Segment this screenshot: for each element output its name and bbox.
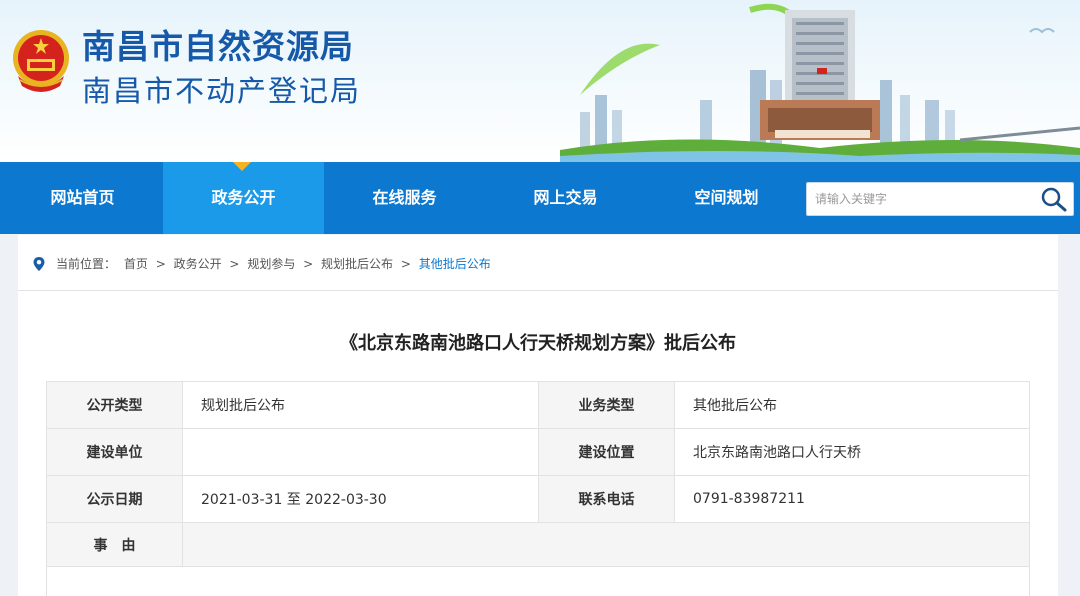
reason-header-fill <box>182 522 1030 567</box>
phone-label: 联系电话 <box>538 475 675 523</box>
breadcrumb-planning-approval[interactable]: 规划批后公布 <box>321 257 393 271</box>
breadcrumb-separator: > <box>303 257 314 271</box>
nav-item-government-affairs[interactable]: 政务公开 <box>163 162 324 234</box>
builder-label: 建设单位 <box>46 428 183 476</box>
location-value: 北京东路南池路口人行天桥 <box>674 428 1030 476</box>
nav-item-online-services[interactable]: 在线服务 <box>324 162 485 234</box>
nav-item-online-trading[interactable]: 网上交易 <box>485 162 646 234</box>
nav-item-spatial-planning[interactable]: 空间规划 <box>646 162 807 234</box>
site-subtitle: 南昌市不动产登记局 <box>82 74 362 108</box>
search-icon[interactable] <box>1039 185 1069 213</box>
breadcrumb-separator: > <box>155 257 166 271</box>
city-skyline-illustration <box>560 3 1080 162</box>
national-emblem-icon <box>13 30 69 92</box>
business-type-value: 其他批后公布 <box>674 381 1030 429</box>
nav-item-home[interactable]: 网站首页 <box>2 162 163 234</box>
content-panel: 当前位置： 首页 > 政务公开 > 规划参与 > 规划批后公布 > 其他批后公布… <box>18 235 1058 596</box>
disclosure-type-value: 规划批后公布 <box>182 381 539 429</box>
table-row: 建设单位 建设位置 北京东路南池路口人行天桥 <box>46 428 1030 476</box>
breadcrumb-separator: > <box>400 257 411 271</box>
breadcrumb-planning-participation[interactable]: 规划参与 <box>247 257 295 271</box>
date-value: 2021-03-31 至 2022-03-30 <box>182 475 539 523</box>
disclosure-type-label: 公开类型 <box>46 381 183 429</box>
table-row: 公开类型 规划批后公布 业务类型 其他批后公布 <box>46 381 1030 429</box>
date-label: 公示日期 <box>46 475 183 523</box>
phone-value: 0791-83987211 <box>674 475 1030 523</box>
search-box <box>806 182 1074 216</box>
header-banner: 南昌市自然资源局 南昌市不动产登记局 <box>0 0 1080 162</box>
business-type-label: 业务类型 <box>538 381 675 429</box>
reason-content <box>46 566 1030 596</box>
breadcrumb-home[interactable]: 首页 <box>124 257 148 271</box>
breadcrumb-current[interactable]: 其他批后公布 <box>419 257 491 271</box>
info-table: 公开类型 规划批后公布 业务类型 其他批后公布 建设单位 建设位置 北京东路南池… <box>46 381 1030 596</box>
table-row: 公示日期 2021-03-31 至 2022-03-30 联系电话 0791-8… <box>46 475 1030 523</box>
breadcrumb-prefix: 当前位置： <box>56 257 117 271</box>
article-title: 《北京东路南池路口人行天桥规划方案》批后公布 <box>340 333 736 354</box>
table-row <box>46 566 1030 596</box>
site-title: 南昌市自然资源局 <box>82 27 354 66</box>
table-row: 事 由 <box>46 522 1030 567</box>
breadcrumb: 当前位置： 首页 > 政务公开 > 规划参与 > 规划批后公布 > 其他批后公布 <box>18 235 1058 291</box>
active-nav-indicator <box>233 162 251 171</box>
breadcrumb-government-affairs[interactable]: 政务公开 <box>174 257 222 271</box>
reason-label: 事 由 <box>46 522 183 567</box>
breadcrumb-separator: > <box>229 257 240 271</box>
builder-value <box>182 428 539 476</box>
location-label: 建设位置 <box>538 428 675 476</box>
location-pin-icon <box>33 257 45 271</box>
search-input[interactable] <box>807 183 1033 215</box>
